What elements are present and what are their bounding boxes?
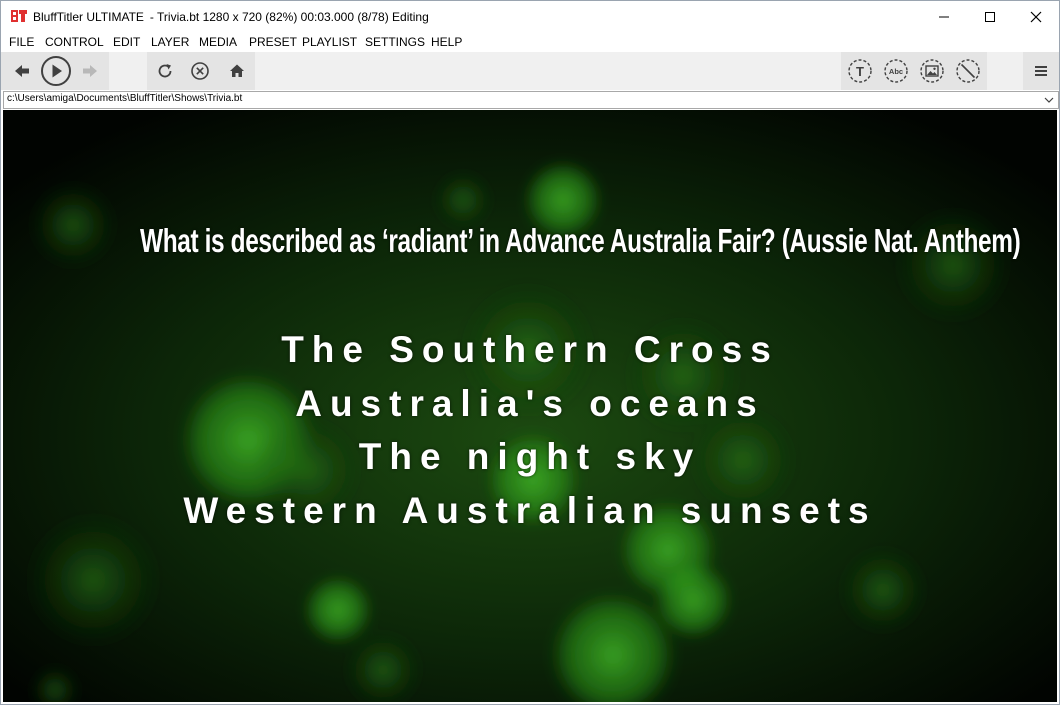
answer-option-3: The night sky — [358, 436, 702, 477]
toolbar: T Abc — [1, 52, 1059, 90]
refresh-icon — [158, 64, 172, 78]
title-bar: BluffTitler ULTIMATE - Trivia.bt 1280 x 7… — [1, 1, 1059, 33]
menu-settings[interactable]: SETTINGS — [365, 35, 425, 49]
abc-layer-icon: Abc — [884, 59, 908, 83]
menu-group — [1023, 52, 1059, 90]
file-path-text: c:\Users\amiga\Documents\BluffTitler\Sho… — [7, 93, 243, 104]
play-button[interactable] — [40, 55, 72, 87]
answer-option-2: Australia's oceans — [295, 383, 765, 424]
forward-arrow-icon — [83, 65, 97, 77]
chevron-down-icon — [1044, 97, 1054, 103]
picture-layer-icon — [920, 59, 944, 83]
add-abc-layer-button[interactable]: Abc — [883, 58, 909, 84]
add-picture-layer-button[interactable] — [919, 58, 945, 84]
trivia-question: What is described as ‘radiant’ in Advanc… — [140, 222, 1021, 259]
menu-playlist[interactable]: PLAYLIST — [302, 35, 357, 49]
minimize-button[interactable] — [921, 1, 967, 33]
control-group — [147, 52, 255, 90]
minimize-icon — [939, 16, 949, 18]
menu-preset[interactable]: PRESET — [249, 35, 297, 49]
home-icon — [230, 64, 244, 77]
window-title: BluffTitler ULTIMATE - Trivia.bt 1280 x 7… — [33, 10, 429, 24]
menu-file[interactable]: FILE — [9, 35, 34, 49]
answer-option-4: Western Australian sunsets — [183, 490, 877, 531]
blufftitler-logo-icon — [11, 10, 27, 22]
answer-option-1: The Southern Cross — [281, 329, 779, 370]
menu-layer[interactable]: LAYER — [151, 35, 189, 49]
maximize-icon — [985, 12, 995, 22]
text-layer-icon: T — [848, 59, 872, 83]
menu-bar: FILE CONTROL EDIT LAYER MEDIA PRESET PLA… — [1, 33, 1059, 52]
forward-button[interactable] — [79, 61, 101, 81]
app-name: BluffTitler ULTIMATE — [33, 10, 144, 24]
home-button[interactable] — [226, 60, 248, 82]
close-icon — [1030, 11, 1042, 23]
menu-help[interactable]: HELP — [431, 35, 462, 49]
app-window: BluffTitler ULTIMATE - Trivia.bt 1280 x 7… — [0, 0, 1060, 705]
main-menu-button[interactable] — [1031, 61, 1051, 81]
menu-edit[interactable]: EDIT — [113, 35, 140, 49]
play-icon — [41, 56, 71, 86]
menu-control[interactable]: CONTROL — [45, 35, 104, 49]
file-path-combobox[interactable]: c:\Users\amiga\Documents\BluffTitler\Sho… — [3, 91, 1059, 109]
hamburger-menu-icon — [1035, 66, 1047, 76]
close-button[interactable] — [1013, 1, 1059, 33]
add-text-layer-button[interactable]: T — [847, 58, 873, 84]
playback-group — [1, 52, 109, 90]
add-empty-layer-button[interactable] — [955, 58, 981, 84]
no-layer-icon — [956, 59, 980, 83]
stop-button[interactable] — [189, 60, 211, 82]
add-layer-group: T Abc — [841, 52, 987, 90]
back-button[interactable] — [11, 61, 33, 81]
preview-canvas[interactable]: What is described as ‘radiant’ in Advanc… — [3, 110, 1057, 702]
refresh-button[interactable] — [154, 60, 176, 82]
abc-layer-icon-label: Abc — [889, 67, 903, 76]
path-dropdown-button[interactable] — [1042, 92, 1056, 108]
text-layer-icon-label: T — [856, 64, 864, 79]
menu-media[interactable]: MEDIA — [199, 35, 237, 49]
stop-icon — [191, 62, 209, 80]
maximize-button[interactable] — [967, 1, 1013, 33]
back-arrow-icon — [15, 65, 29, 77]
document-info: - Trivia.bt 1280 x 720 (82%) 00:03.000 (… — [149, 10, 429, 24]
